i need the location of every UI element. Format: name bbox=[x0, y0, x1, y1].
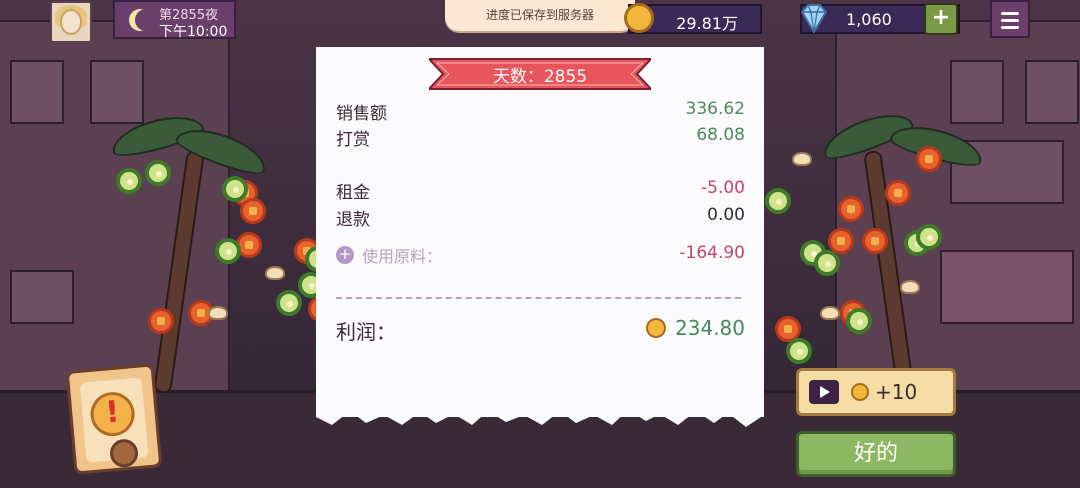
add-gems-button[interactable]: + bbox=[924, 3, 958, 35]
pepper-slice bbox=[215, 238, 241, 264]
pepper-slice bbox=[116, 168, 142, 194]
pepper-slice bbox=[786, 338, 812, 364]
tomato-slice bbox=[240, 198, 266, 224]
menu-button[interactable] bbox=[990, 0, 1030, 38]
window bbox=[10, 60, 64, 124]
ad-reward-amount: +10 bbox=[875, 380, 918, 404]
pepper-slice bbox=[765, 188, 791, 214]
expand-ingredients-icon[interactable]: + bbox=[336, 246, 354, 264]
hamburger-icon bbox=[1001, 26, 1019, 29]
tomato-slice bbox=[862, 228, 888, 254]
coin-amount: 29.81万 bbox=[676, 14, 738, 33]
nut-slice bbox=[265, 266, 285, 280]
coin-icon bbox=[624, 3, 654, 33]
window bbox=[950, 60, 1004, 124]
tomato-slice bbox=[885, 180, 911, 206]
avatar-face bbox=[60, 9, 82, 35]
ingredients-label[interactable]: 使用原料： bbox=[362, 243, 442, 267]
sales-value: 336.62 bbox=[685, 99, 745, 119]
tips-label: 打赏 bbox=[336, 130, 370, 150]
ingredients-value: -164.90 bbox=[679, 243, 745, 263]
profit-value: 234.80 bbox=[675, 316, 745, 340]
pepper-slice bbox=[846, 308, 872, 334]
pepper-slice bbox=[814, 250, 840, 276]
coin-counter: 29.81万 bbox=[624, 3, 762, 34]
rent-value: -5.00 bbox=[701, 178, 745, 198]
sales-label: 销售额 bbox=[336, 104, 387, 124]
player-avatar[interactable] bbox=[50, 1, 92, 43]
nut-slice bbox=[792, 152, 812, 166]
time-label: 下午10:00 bbox=[159, 24, 228, 40]
receipt-torn-edge bbox=[316, 405, 764, 427]
tomato-slice bbox=[838, 196, 864, 222]
pepper-slice bbox=[276, 290, 302, 316]
profit-label: 利润： bbox=[336, 320, 396, 344]
window bbox=[90, 60, 144, 124]
day-banner-text: 天数：2855 bbox=[492, 67, 588, 87]
pepper-slice bbox=[222, 176, 248, 202]
alert-card-button[interactable]: ! bbox=[65, 363, 163, 475]
day-time-panel: 第2855夜 下午10:00 bbox=[113, 0, 236, 40]
nut-slice bbox=[820, 306, 840, 320]
pepper-slice bbox=[145, 160, 171, 186]
coin-icon bbox=[851, 383, 869, 401]
tomato-slice bbox=[916, 146, 942, 172]
refund-label: 退款 bbox=[336, 210, 370, 230]
nut-slice bbox=[208, 306, 228, 320]
shop-window bbox=[940, 250, 1074, 324]
window bbox=[10, 270, 74, 324]
tips-value: 68.08 bbox=[696, 125, 745, 145]
nut-slice bbox=[900, 280, 920, 294]
moon-icon bbox=[135, 9, 157, 31]
pepper-slice bbox=[916, 224, 942, 250]
refund-value: 0.00 bbox=[707, 205, 745, 225]
diamond-icon bbox=[800, 4, 828, 34]
watch-ad-button[interactable]: +10 bbox=[796, 368, 956, 416]
hamburger-icon bbox=[1001, 12, 1019, 15]
receipt-divider bbox=[336, 297, 741, 299]
ok-button[interactable]: 好的 bbox=[796, 431, 956, 477]
gem-amount: 1,060 bbox=[846, 10, 892, 29]
save-toast: 进度已保存到服务器 bbox=[445, 0, 635, 31]
rent-label: 租金 bbox=[336, 183, 370, 203]
window bbox=[1025, 60, 1079, 124]
tomato-slice bbox=[148, 308, 174, 334]
coin-icon bbox=[646, 318, 666, 338]
hamburger-icon bbox=[1001, 19, 1019, 22]
video-play-icon bbox=[809, 380, 839, 404]
